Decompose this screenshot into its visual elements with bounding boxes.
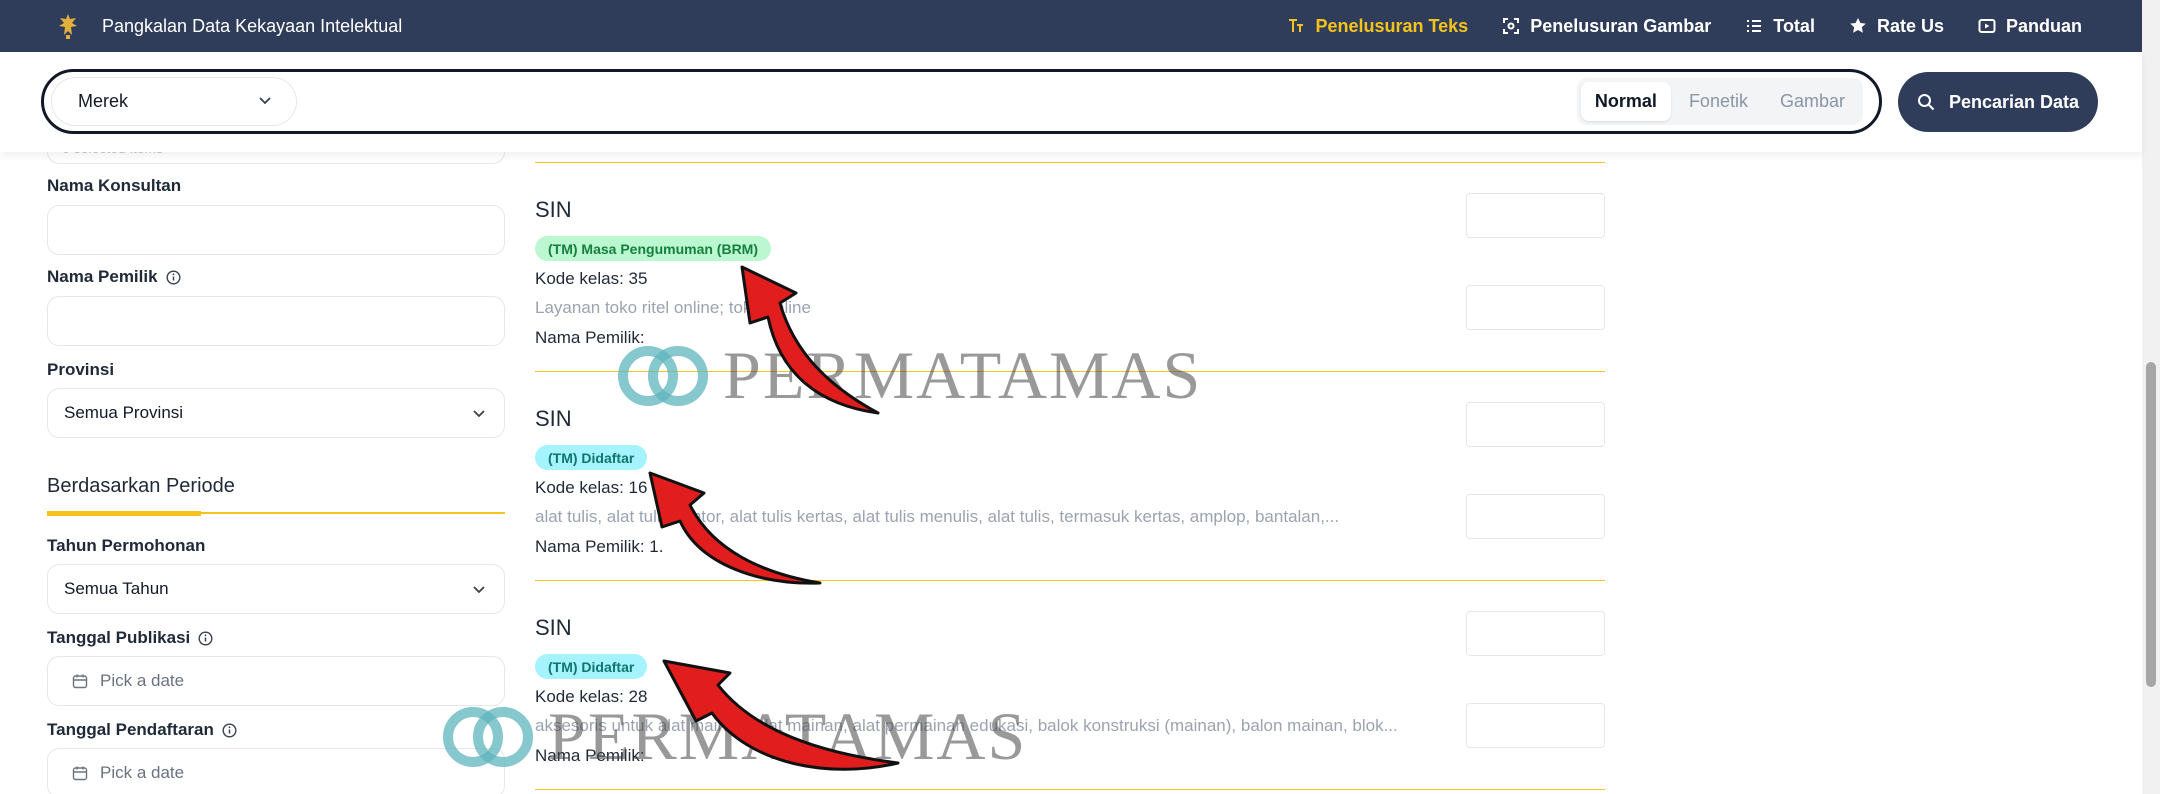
red-arrow-annotation: [740, 265, 880, 415]
status-badge: (TM) Didaftar: [535, 445, 648, 470]
calendar-icon: [72, 674, 88, 689]
owner-label: Nama Pemilik: [47, 267, 181, 287]
info-icon[interactable]: [198, 630, 213, 646]
result-divider: [535, 162, 1605, 163]
thumbnail-frame-bottom: [1466, 494, 1605, 539]
status-badge: (TM) Masa Pengumuman (BRM): [535, 236, 771, 261]
nav-label: Total: [1773, 15, 1815, 36]
nav-total[interactable]: Total: [1745, 16, 1815, 37]
result-class-code: Kode kelas: 35: [535, 269, 648, 288]
result-title[interactable]: SIN: [535, 197, 572, 223]
result-description: Layanan toko ritel online; toko online: [535, 298, 811, 317]
result-title[interactable]: SIN: [535, 615, 572, 641]
garuda-logo-icon[interactable]: [56, 12, 80, 40]
search-type-select[interactable]: Merek: [51, 77, 297, 126]
search-box[interactable]: Merek Normal Fonetik Gambar: [41, 69, 1882, 134]
info-icon[interactable]: [166, 269, 181, 285]
pub-date-placeholder: Pick a date: [100, 671, 185, 690]
result-divider: [535, 580, 1605, 581]
search-button-label: Pencarian Data: [1948, 91, 2080, 112]
nav-rate-us[interactable]: Rate Us: [1849, 16, 1944, 37]
text-search-icon: [1289, 19, 1304, 32]
result-owner: Nama Pemilik:: [535, 746, 645, 765]
province-value: Semua Provinsi: [64, 403, 184, 422]
thumbnail-frame-bottom: [1466, 285, 1605, 330]
watermark-logo-icon: [618, 345, 708, 406]
result-description: aksesoris untuk alat mainan, alat mainan…: [535, 716, 1398, 735]
result-divider: [535, 371, 1605, 372]
result-class-code: Kode kelas: 28: [535, 687, 648, 706]
result-thumbnail[interactable]: [1466, 193, 1605, 330]
section-divider-accent: [47, 511, 201, 516]
thumbnail-frame-bottom: [1466, 703, 1605, 748]
search-type-value: Merek: [78, 91, 129, 111]
chevron-down-icon: [473, 410, 485, 418]
mode-normal-button[interactable]: Normal: [1580, 82, 1671, 121]
result-thumbnail[interactable]: [1466, 402, 1605, 539]
result-divider: [535, 789, 1605, 790]
app-root: Pangkalan Data Kekayaan Intelektual Pene…: [0, 0, 2160, 794]
reg-date-label: Tanggal Pendaftaran: [47, 720, 237, 740]
reg-date-picker[interactable]: Pick a date: [47, 748, 505, 794]
calendar-icon: [72, 766, 88, 781]
image-search-icon: [1503, 18, 1520, 34]
consultant-label: Nama Konsultan: [47, 176, 182, 195]
consultant-input[interactable]: [47, 205, 505, 255]
province-select[interactable]: Semua Provinsi: [47, 388, 505, 438]
year-label: Tahun Permohonan: [47, 536, 206, 555]
play-icon: [1978, 19, 1996, 33]
nav-label: Panduan: [2005, 15, 2082, 36]
search-icon: [1917, 94, 1935, 111]
thumbnail-frame-top: [1466, 193, 1605, 238]
nav-penelusuran-gambar[interactable]: Penelusuran Gambar: [1502, 16, 1711, 37]
search-bar-container: Merek Normal Fonetik Gambar Pencarian Da…: [0, 52, 2142, 152]
result-description: alat tulis, alat tulis kantor, alat tuli…: [535, 507, 1340, 526]
nav-menu: Penelusuran Teks Penelusuran Gambar Tota…: [1287, 0, 2082, 52]
scrollbar[interactable]: [2142, 0, 2160, 794]
result-title[interactable]: SIN: [535, 406, 572, 432]
reg-date-placeholder: Pick a date: [100, 763, 185, 782]
nav-label: Penelusuran Teks: [1315, 15, 1469, 36]
list-icon: [1747, 20, 1762, 32]
period-section-title: Berdasarkan Periode: [47, 475, 235, 497]
result-class-code: Kode kelas: 16: [535, 478, 648, 497]
brand-title[interactable]: Pangkalan Data Kekayaan Intelektual: [102, 16, 402, 37]
mode-fonetik-button[interactable]: Fonetik: [1675, 82, 1762, 121]
status-badge: (TM) Didaftar: [535, 654, 648, 679]
watermark-text: PERMATAMAS: [723, 337, 1203, 413]
year-select[interactable]: Semua Tahun: [47, 564, 505, 614]
star-icon: [1850, 18, 1866, 33]
search-submit-button[interactable]: Pencarian Data: [1898, 72, 2098, 132]
nav-panduan[interactable]: Panduan: [1978, 16, 2082, 37]
watermark: PERMATAMAS: [615, 336, 1202, 415]
result-thumbnail[interactable]: [1466, 611, 1605, 748]
nav-label: Rate Us: [1876, 15, 1944, 36]
nav-label: Penelusuran Gambar: [1530, 15, 1712, 36]
pub-date-label: Tanggal Publikasi: [47, 628, 213, 648]
province-label: Provinsi: [47, 360, 115, 379]
owner-input[interactable]: [47, 296, 505, 346]
watermark: PERMATAMAS: [440, 697, 1027, 776]
chevron-down-icon: [259, 97, 271, 105]
info-icon[interactable]: [222, 722, 237, 738]
year-value: Semua Tahun: [64, 579, 169, 598]
thumbnail-frame-top: [1466, 402, 1605, 447]
pub-date-picker[interactable]: Pick a date: [47, 656, 505, 706]
mode-gambar-button[interactable]: Gambar: [1766, 82, 1859, 121]
result-owner: Nama Pemilik: 1.: [535, 537, 664, 556]
result-owner: Nama Pemilik:: [535, 328, 645, 347]
top-nav: Pangkalan Data Kekayaan Intelektual Pene…: [0, 0, 2142, 52]
search-mode-toggle: Normal Fonetik Gambar: [1576, 78, 1863, 125]
chevron-down-icon: [473, 586, 485, 594]
nav-penelusuran-teks[interactable]: Penelusuran Teks: [1287, 16, 1468, 37]
scrollbar-thumb[interactable]: [2146, 362, 2156, 687]
thumbnail-frame-top: [1466, 611, 1605, 656]
